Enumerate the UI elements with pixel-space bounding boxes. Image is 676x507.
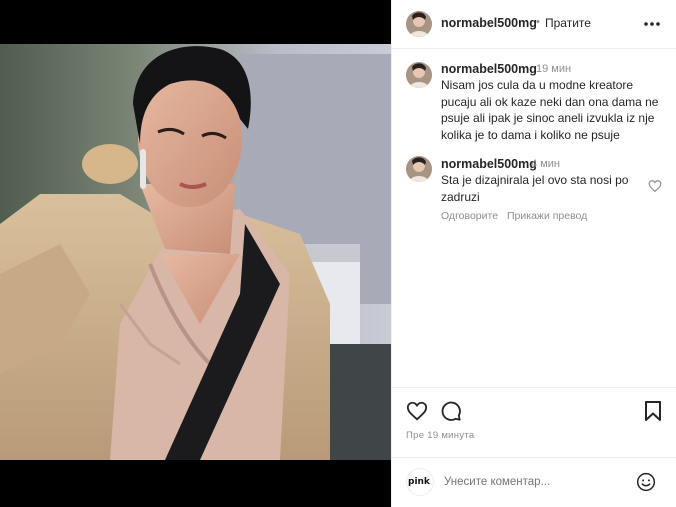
bookmark-icon[interactable] [643,400,663,422]
pink-logo: pink [408,477,430,487]
post-media[interactable] [0,0,391,507]
avatar-image [406,62,432,88]
avatar-image [406,156,432,182]
comment-username[interactable]: normabel500mg [441,157,537,171]
header-username[interactable]: normabel500mg [441,16,537,30]
post-actions: Пре 19 минута [392,387,676,457]
reply-button[interactable]: Одговорите [441,210,498,222]
avatar-image [406,11,432,37]
post-photo[interactable] [0,44,391,460]
add-comment-bar: pink [392,457,676,507]
heart-icon[interactable] [648,179,662,193]
comment-item: normabel500mg 4 мин Sta je dizajnirala j… [392,152,676,232]
emoji-smile-icon[interactable] [636,472,656,492]
comment-avatar[interactable] [406,156,432,182]
follow-button[interactable]: Пратите [545,16,591,30]
viewer-avatar: pink [406,468,434,496]
avatar[interactable] [406,11,432,37]
comment-input[interactable] [444,472,634,492]
comment-username[interactable]: normabel500mg [441,62,537,76]
post-side-panel: normabel500mg • Пратите normabel500mg 19… [391,0,676,507]
header-separator: • [536,16,540,28]
comment-text: Nisam jos cula da u modne kreatore pucaj… [441,78,659,142]
comment-bubble-icon[interactable] [440,400,462,422]
translate-button[interactable]: Прикажи превод [507,210,587,222]
comment-time: 19 мин [536,63,572,75]
photo-illustration [0,44,391,460]
like-heart-icon[interactable] [406,400,428,422]
more-horizontal-icon[interactable] [642,16,662,32]
comment-item: normabel500mg 19 мин Nisam jos cula da u… [392,55,676,145]
comment-text: Sta je dizajnirala jel ovo sta nosi po z… [441,173,629,204]
post-header: normabel500mg • Пратите [392,0,676,49]
comment-avatar[interactable] [406,62,432,88]
post-timestamp: Пре 19 минута [406,430,475,441]
comment-time: 4 мин [531,158,560,170]
